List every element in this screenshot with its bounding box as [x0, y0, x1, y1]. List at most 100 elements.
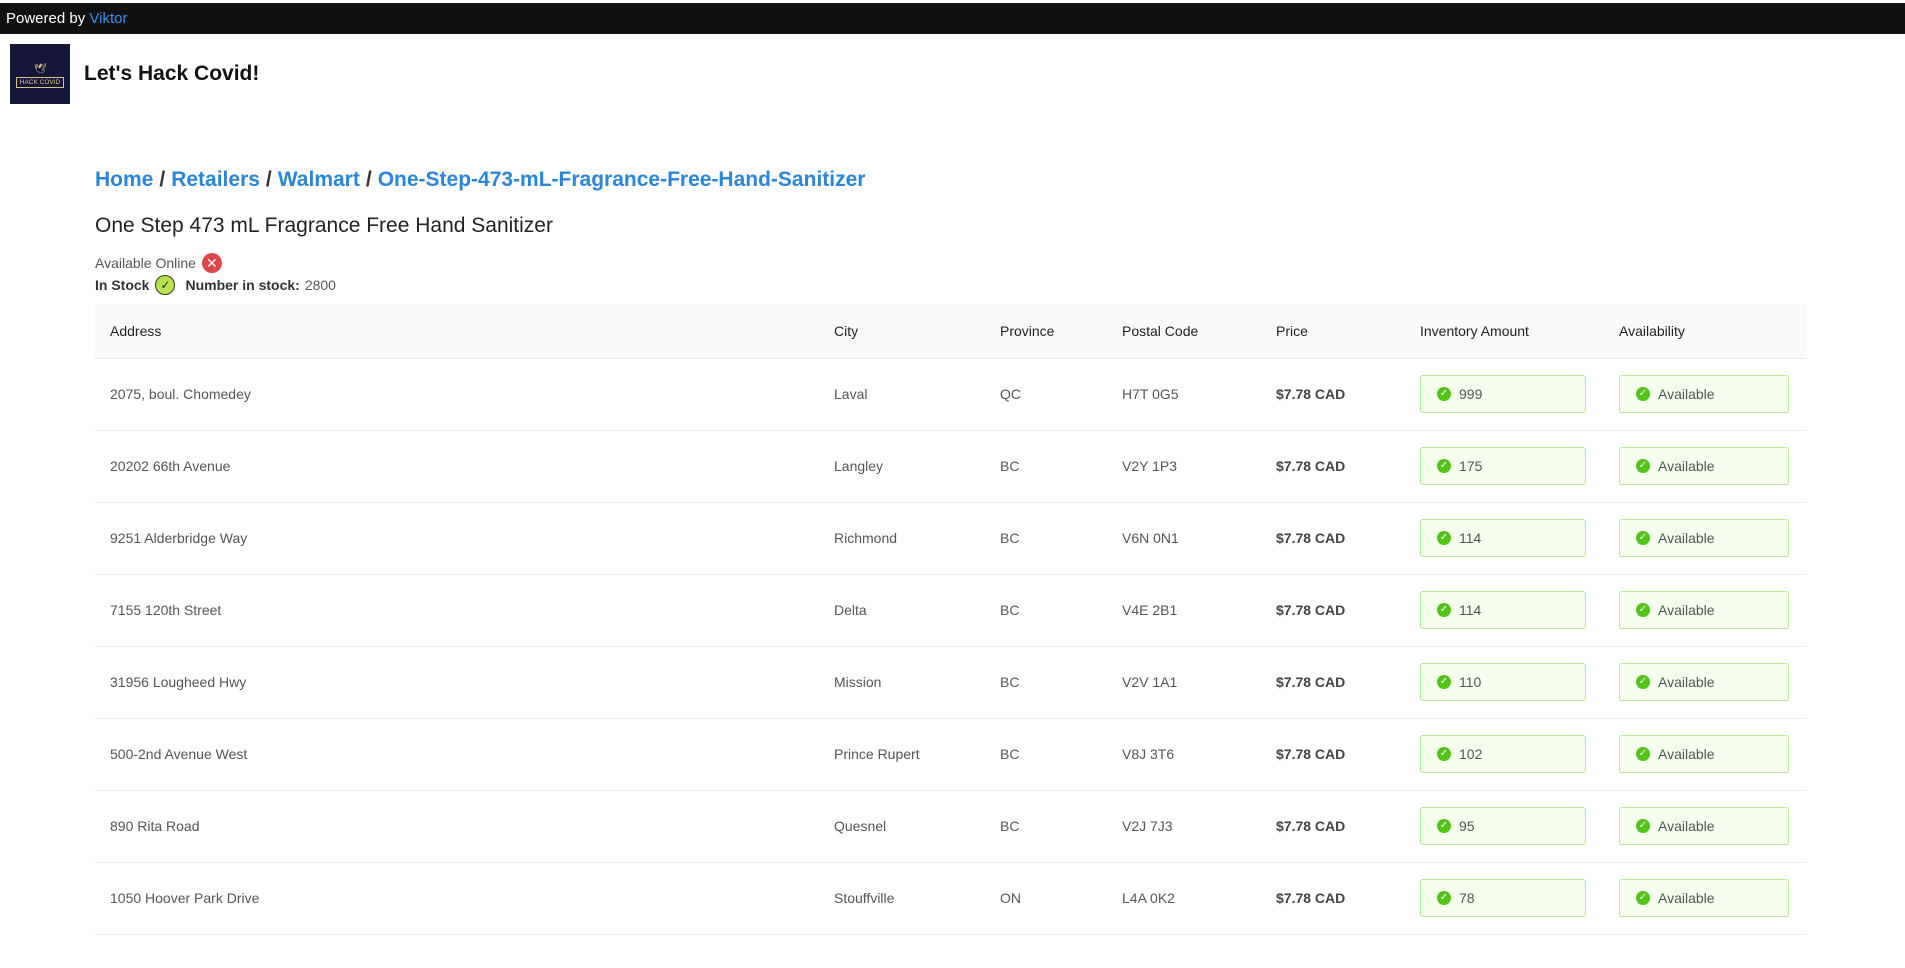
price-cell: $7.78 CAD: [1261, 502, 1405, 575]
city-cell: Stouffville: [819, 862, 985, 935]
availability-tag-cell: ✓ Available: [1604, 502, 1807, 575]
column-header-province[interactable]: Province: [985, 304, 1107, 359]
inventory-amount-tag-text: 102: [1459, 746, 1483, 762]
price-cell: $7.78 CAD: [1261, 646, 1405, 719]
price-cell: $7.78 CAD: [1261, 790, 1405, 863]
inventory-amount-tag-cell: ✓ 114: [1405, 574, 1604, 647]
in-stock-label: In Stock: [95, 277, 150, 293]
inventory-amount-tag: ✓ 102: [1420, 735, 1586, 773]
check-circle-icon: ✓: [1636, 675, 1650, 689]
inventory-amount-tag-cell: ✓ 95: [1405, 790, 1604, 863]
table-row: 2075, boul. Chomedey Laval QC H7T 0G5 $7.78 …: [95, 358, 1807, 431]
breadcrumb-home[interactable]: Home: [95, 168, 153, 191]
breadcrumb: Home / Retailers / Walmart / One-Step-473-mL-F…: [95, 162, 1807, 198]
inventory-amount-tag-cell: ✓ 78: [1405, 862, 1604, 935]
check-circle-icon: ✓: [1437, 819, 1451, 833]
availability-tag-text: Available: [1658, 674, 1715, 690]
price-cell: $7.78 CAD: [1261, 358, 1405, 431]
province-cell: QC: [985, 358, 1107, 431]
column-header-address[interactable]: Address: [95, 304, 819, 359]
column-header-availability[interactable]: Availability: [1604, 304, 1807, 359]
address-cell: 890 Rita Road: [95, 790, 819, 863]
main-content: Home / Retailers / Walmart / One-Step-473-mL-F…: [95, 162, 1807, 935]
inventory-amount-tag: ✓ 114: [1420, 591, 1586, 629]
price-cell: $7.78 CAD: [1261, 574, 1405, 647]
city-cell: Laval: [819, 358, 985, 431]
check-circle-icon: ✓: [1437, 747, 1451, 761]
column-header-inventory-amount[interactable]: Inventory Amount: [1405, 304, 1604, 359]
availability-tag-cell: ✓ Available: [1604, 358, 1807, 431]
price-cell: $7.78 CAD: [1261, 430, 1405, 503]
address-cell: 500-2nd Avenue West: [95, 718, 819, 791]
powered-by-bar: Powered by Viktor: [0, 3, 1905, 34]
availability-tag-text: Available: [1658, 530, 1715, 546]
city-cell: Delta: [819, 574, 985, 647]
postal-code-cell: L4A 0K2: [1107, 862, 1261, 935]
check-circle-icon: ✓: [155, 275, 176, 295]
table-row: 7155 120th Street Delta BC V4E 2B1 $7.78 CAD…: [95, 574, 1807, 647]
price-cell: $7.78 CAD: [1261, 718, 1405, 791]
inventory-amount-tag-cell: ✓ 175: [1405, 430, 1604, 503]
availability-tag: ✓ Available: [1619, 663, 1789, 701]
check-circle-icon: ✓: [1437, 387, 1451, 401]
table-row: 20202 66th Avenue Langley BC V2Y 1P3 $7.78 C…: [95, 430, 1807, 503]
available-online-line: Available Online ✕: [95, 252, 1807, 274]
postal-code-cell: V8J 3T6: [1107, 718, 1261, 791]
inventory-amount-tag: ✓ 175: [1420, 447, 1586, 485]
hack-covid-logo[interactable]: 🕊 HACK COVID: [10, 44, 70, 104]
inventory-table-body: 2075, boul. Chomedey Laval QC H7T 0G5 $7.78 …: [95, 358, 1807, 935]
table-row: 890 Rita Road Quesnel BC V2J 7J3 $7.78 CAD ✓ 9…: [95, 790, 1807, 863]
city-cell: Langley: [819, 430, 985, 503]
inventory-amount-tag-text: 95: [1459, 818, 1475, 834]
province-cell: BC: [985, 718, 1107, 791]
check-circle-icon: ✓: [1636, 459, 1650, 473]
availability-tag: ✓ Available: [1619, 879, 1789, 917]
breadcrumb-product[interactable]: One-Step-473-mL-Fragrance-Free-Hand-Sani…: [378, 168, 866, 191]
check-circle-icon: ✓: [1636, 747, 1650, 761]
city-cell: Quesnel: [819, 790, 985, 863]
availability-tag-cell: ✓ Available: [1604, 646, 1807, 719]
site-title: Let's Hack Covid!: [84, 62, 260, 85]
available-online-label: Available Online: [95, 255, 196, 271]
availability-tag-cell: ✓ Available: [1604, 718, 1807, 791]
table-row: 1050 Hoover Park Drive Stouffville ON L4A 0…: [95, 862, 1807, 935]
province-cell: BC: [985, 790, 1107, 863]
inventory-amount-tag: ✓ 999: [1420, 375, 1586, 413]
logo-text: HACK COVID: [15, 76, 65, 88]
check-circle-icon: ✓: [1437, 531, 1451, 545]
inventory-amount-tag-cell: ✓ 110: [1405, 646, 1604, 719]
breadcrumb-separator: /: [365, 168, 372, 191]
breadcrumb-walmart[interactable]: Walmart: [278, 168, 360, 191]
availability-tag-text: Available: [1658, 890, 1715, 906]
powered-by-text: Powered by: [6, 10, 86, 27]
availability-tag-cell: ✓ Available: [1604, 430, 1807, 503]
column-header-postal-code[interactable]: Postal Code: [1107, 304, 1261, 359]
breadcrumb-separator: /: [159, 168, 166, 191]
address-cell: 31956 Lougheed Hwy: [95, 646, 819, 719]
availability-tag: ✓ Available: [1619, 519, 1789, 557]
availability-tag-cell: ✓ Available: [1604, 574, 1807, 647]
inventory-amount-tag-text: 110: [1459, 674, 1482, 690]
breadcrumb-retailers[interactable]: Retailers: [171, 168, 260, 191]
viktor-link[interactable]: Viktor: [89, 10, 127, 27]
inventory-amount-tag-text: 999: [1459, 386, 1483, 402]
postal-code-cell: V2V 1A1: [1107, 646, 1261, 719]
inventory-table: Address City Province Postal Code Price …: [95, 304, 1807, 935]
province-cell: BC: [985, 646, 1107, 719]
column-header-city[interactable]: City: [819, 304, 985, 359]
inventory-amount-tag-text: 114: [1459, 602, 1482, 618]
check-circle-icon: ✓: [1636, 603, 1650, 617]
address-cell: 20202 66th Avenue: [95, 430, 819, 503]
table-row: 31956 Lougheed Hwy Mission BC V2V 1A1 $7.78 …: [95, 646, 1807, 719]
column-header-price[interactable]: Price: [1261, 304, 1405, 359]
postal-code-cell: H7T 0G5: [1107, 358, 1261, 431]
check-circle-icon: ✓: [1636, 891, 1650, 905]
inventory-amount-tag-text: 114: [1459, 530, 1482, 546]
availability-tag: ✓ Available: [1619, 375, 1789, 413]
check-circle-icon: ✓: [1437, 459, 1451, 473]
inventory-amount-tag: ✓ 78: [1420, 879, 1586, 917]
check-circle-icon: ✓: [1636, 819, 1650, 833]
close-circle-icon: ✕: [201, 253, 222, 273]
number-in-stock-value: 2800: [304, 277, 336, 293]
province-cell: BC: [985, 430, 1107, 503]
